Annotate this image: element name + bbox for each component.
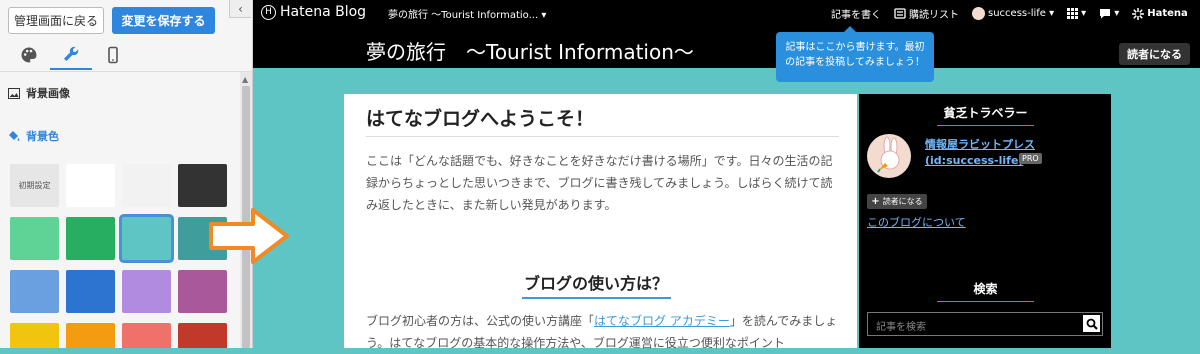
color-swatch-grid: 初期設定	[10, 164, 227, 348]
user-menu[interactable]: success-life ▾	[972, 7, 1054, 20]
article-title: はてなブログへようこそ！	[366, 108, 595, 130]
color-swatch[interactable]	[10, 270, 59, 313]
user-avatar	[972, 7, 985, 20]
search-button[interactable]	[1083, 315, 1100, 332]
collapse-sidebar-button[interactable]: ‹	[229, 0, 251, 18]
title-divider	[366, 136, 839, 137]
blog-sidebar: 貧乏トラベラー 情報屋ラビットプレス (id:success-life) PRO…	[859, 94, 1111, 348]
swatch-default[interactable]: 初期設定	[10, 164, 59, 207]
color-swatch[interactable]	[66, 217, 115, 260]
color-swatch[interactable]	[178, 270, 227, 313]
rabbit-avatar-icon	[877, 136, 900, 173]
academy-link[interactable]: はてなブログ アカデミー	[594, 314, 730, 328]
write-article-link[interactable]: 記事を書く	[831, 6, 881, 21]
profile-name-link[interactable]: 情報屋ラビットプレス	[925, 136, 1035, 152]
follow-button[interactable]: + 読者になる	[867, 194, 927, 209]
section-heading: ブログの使い方は？	[522, 270, 672, 299]
tab-customize[interactable]	[50, 40, 92, 70]
bg-color-section[interactable]: 背景色	[8, 128, 59, 144]
bg-image-label: 背景画像	[26, 87, 70, 100]
image-icon	[8, 87, 20, 99]
search-input[interactable]: 記事を検索	[867, 312, 1103, 336]
search-icon	[1086, 318, 1098, 330]
tab-design[interactable]	[8, 40, 50, 70]
topbar-nav: 記事を書く 購読リスト success-life ▾ ▾ ▾ Hatena	[831, 6, 1188, 21]
color-swatch[interactable]	[178, 164, 227, 207]
about-blog-link[interactable]: このブログについて	[867, 214, 966, 230]
color-swatch[interactable]	[122, 323, 171, 348]
profile-avatar[interactable]	[867, 134, 911, 178]
reading-list-icon	[894, 8, 906, 19]
apps-grid-icon	[1067, 8, 1079, 19]
color-swatch[interactable]	[10, 217, 59, 260]
color-swatch[interactable]	[66, 164, 115, 207]
notification-icon	[1100, 9, 1111, 19]
pro-badge: PRO	[1019, 153, 1042, 164]
plus-icon: +	[871, 196, 880, 207]
search-heading: 検索	[937, 280, 1034, 302]
back-to-admin-button[interactable]: 管理画面に戻る	[8, 7, 104, 34]
color-swatch[interactable]	[66, 323, 115, 348]
notifications-caret: ▾	[1114, 8, 1120, 19]
hatena-mark-icon	[1132, 7, 1145, 20]
color-swatch[interactable]	[122, 217, 171, 260]
apps-menu[interactable]: ▾	[1067, 8, 1086, 19]
color-swatch[interactable]	[122, 270, 171, 313]
sidebar-divider	[0, 71, 252, 72]
tab-smartphone[interactable]	[92, 40, 134, 70]
color-swatch[interactable]	[10, 323, 59, 348]
article-intro: ここは「どんな話題でも、好きなことを好きなだけ書ける場所」です。日々の生活の記録…	[366, 154, 833, 212]
color-swatch[interactable]	[66, 270, 115, 313]
bg-color-label: 背景色	[26, 130, 59, 143]
paint-bucket-icon	[9, 131, 20, 141]
follow-label: 読者になる	[882, 197, 923, 206]
blog-title[interactable]: 夢の旅行 〜Tourist Information〜	[366, 36, 694, 65]
palette-icon	[21, 47, 37, 63]
subscribe-button[interactable]: 読者になる	[1119, 43, 1190, 65]
paragraph-text-pre: ブログ初心者の方は、公式の使い方講座「	[366, 314, 595, 328]
profile-heading: 貧乏トラベラー	[937, 104, 1034, 126]
hatena-home-link[interactable]: Hatena	[1132, 7, 1188, 20]
article-paragraph: ブログ初心者の方は、公式の使い方講座「はてなブログ アカデミー」を読んでみましょ…	[366, 310, 841, 354]
save-changes-button[interactable]: 変更を保存する	[112, 7, 215, 34]
customize-sidebar: 管理画面に戻る 変更を保存する ‹ 背景画像 背景色 初期設定 ▲	[0, 0, 253, 348]
blog-header: 夢の旅行 〜Tourist Information〜 読者になる	[253, 26, 1200, 68]
smartphone-icon	[108, 46, 118, 64]
apps-caret: ▾	[1081, 8, 1087, 19]
hatena-logo-icon: H	[261, 4, 276, 20]
color-swatch[interactable]	[122, 164, 171, 207]
article-main: はてなブログへようこそ！ ここは「どんな話題でも、好きなことを好きなだけ書ける場…	[344, 94, 857, 350]
hatena-blog-logo[interactable]: H Hatena Blog	[261, 4, 366, 20]
blog-selector-dropdown[interactable]: 夢の旅行 〜Tourist Informatio... ▾	[388, 6, 546, 21]
scroll-up-arrow-icon[interactable]: ▲	[242, 75, 248, 84]
bg-image-section[interactable]: 背景画像	[8, 85, 70, 101]
profile-id-link[interactable]: (id:success-life)	[925, 154, 1023, 167]
notifications-menu[interactable]: ▾	[1099, 8, 1119, 19]
sidebar-tabs	[8, 40, 134, 70]
write-article-tooltip: 記事はここから書けます。最初の記事を投稿してみましょう！	[776, 26, 934, 82]
hatena-topbar: H Hatena Blog 夢の旅行 〜Tourist Informatio..…	[253, 0, 1200, 26]
user-menu-label: success-life ▾	[988, 8, 1055, 19]
sidebar-top-buttons: 管理画面に戻る 変更を保存する	[8, 7, 215, 34]
logo-text: Hatena Blog	[280, 4, 367, 20]
hatena-label: Hatena	[1147, 8, 1188, 19]
reading-list-label: 購読リスト	[909, 10, 959, 21]
preview-arrow-icon	[209, 208, 289, 264]
wrench-icon	[64, 46, 79, 61]
color-swatch[interactable]	[178, 323, 227, 348]
reading-list-link[interactable]: 購読リスト	[894, 6, 959, 21]
